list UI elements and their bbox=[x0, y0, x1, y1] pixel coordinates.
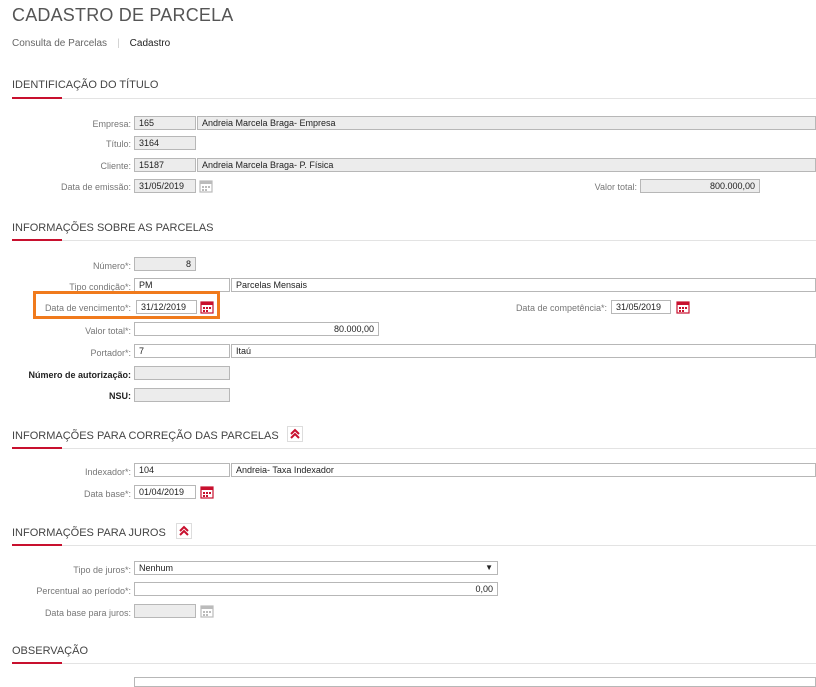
percentual-field[interactable]: 0,00 bbox=[134, 582, 498, 596]
double-chevron-up-icon[interactable] bbox=[287, 426, 303, 442]
titulo-label: Título: bbox=[105, 139, 131, 149]
data-base-label: Data base*: bbox=[83, 489, 131, 499]
calendar-icon[interactable] bbox=[200, 300, 214, 314]
tipo-juros-value: Nenhum bbox=[139, 563, 174, 573]
observacao-textarea[interactable] bbox=[134, 677, 816, 687]
valor-total-titulo-label: Valor total: bbox=[594, 182, 637, 192]
section-accent bbox=[12, 447, 62, 449]
dropdown-arrow-icon: ▼ bbox=[485, 563, 493, 572]
indexador-name-field[interactable]: Andreia- Taxa Indexador bbox=[231, 463, 816, 477]
data-base-field[interactable]: 01/04/2019 bbox=[134, 485, 196, 499]
data-base-juros-field[interactable] bbox=[134, 604, 196, 618]
empresa-label: Empresa: bbox=[92, 119, 131, 129]
data-vencimento-label: Data de vencimento*: bbox=[44, 303, 131, 313]
breadcrumb-separator: | bbox=[117, 38, 120, 49]
nsu-label: NSU: bbox=[109, 391, 131, 401]
valor-total-titulo-field[interactable]: 800.000,00 bbox=[640, 179, 760, 193]
numero-label: Número*: bbox=[92, 261, 131, 271]
section-divider bbox=[12, 448, 816, 449]
breadcrumb-current: Cadastro bbox=[129, 38, 171, 49]
valor-total-label: Valor total*: bbox=[85, 326, 131, 336]
section-accent bbox=[12, 544, 62, 546]
tipo-juros-label: Tipo de juros*: bbox=[73, 565, 131, 575]
cliente-label: Cliente: bbox=[100, 161, 131, 171]
section-divider bbox=[12, 98, 816, 99]
valor-total-field[interactable]: 80.000,00 bbox=[134, 322, 379, 336]
tipo-condicao-code-field[interactable]: PM bbox=[134, 278, 230, 292]
section-divider bbox=[12, 545, 816, 546]
section-accent bbox=[12, 239, 62, 241]
section-divider bbox=[12, 663, 816, 664]
portador-label: Portador*: bbox=[90, 348, 131, 358]
data-base-juros-label: Data base para juros: bbox=[44, 608, 131, 618]
num-autorizacao-label: Número de autorização: bbox=[28, 370, 131, 380]
empresa-code-field[interactable]: 165 bbox=[134, 116, 196, 130]
data-emissao-field[interactable]: 31/05/2019 bbox=[134, 179, 196, 193]
percentual-label: Percentual ao período*: bbox=[36, 586, 131, 596]
portador-code-field[interactable]: 7 bbox=[134, 344, 230, 358]
calendar-icon bbox=[199, 179, 213, 193]
data-competencia-label: Data de competência*: bbox=[515, 303, 607, 313]
cliente-code-field[interactable]: 15187 bbox=[134, 158, 196, 172]
section-title-juros: INFORMAÇÕES PARA JUROS bbox=[12, 527, 166, 539]
empresa-name-field[interactable]: Andreia Marcela Braga- Empresa bbox=[197, 116, 816, 130]
portador-name-field[interactable]: Itaú bbox=[231, 344, 816, 358]
breadcrumb: Consulta de Parcelas | Cadastro bbox=[12, 38, 170, 49]
numero-field[interactable]: 8 bbox=[134, 257, 196, 271]
section-accent bbox=[12, 662, 62, 664]
indexador-code-field[interactable]: 104 bbox=[134, 463, 230, 477]
calendar-icon bbox=[200, 604, 214, 618]
tipo-condicao-name-field[interactable]: Parcelas Mensais bbox=[231, 278, 816, 292]
calendar-icon[interactable] bbox=[200, 485, 214, 499]
num-autorizacao-field[interactable] bbox=[134, 366, 230, 380]
cliente-name-field[interactable]: Andreia Marcela Braga- P. Física bbox=[197, 158, 816, 172]
data-vencimento-field[interactable]: 31/12/2019 bbox=[136, 300, 197, 314]
section-title-parcelas: INFORMAÇÕES SOBRE AS PARCELAS bbox=[12, 222, 214, 234]
section-title-correcao: INFORMAÇÕES PARA CORREÇÃO DAS PARCELAS bbox=[12, 430, 279, 442]
double-chevron-up-icon[interactable] bbox=[176, 523, 192, 539]
section-title-identificacao: IDENTIFICAÇÃO DO TÍTULO bbox=[12, 79, 159, 91]
tipo-juros-select[interactable]: Nenhum ▼ bbox=[134, 561, 498, 575]
titulo-field[interactable]: 3164 bbox=[134, 136, 196, 150]
calendar-icon[interactable] bbox=[676, 300, 690, 314]
breadcrumb-link-consulta[interactable]: Consulta de Parcelas bbox=[12, 38, 107, 49]
data-emissao-label: Data de emissão: bbox=[60, 182, 131, 192]
nsu-field[interactable] bbox=[134, 388, 230, 402]
data-competencia-field[interactable]: 31/05/2019 bbox=[611, 300, 671, 314]
section-accent bbox=[12, 97, 62, 99]
indexador-label: Indexador*: bbox=[84, 467, 131, 477]
section-divider bbox=[12, 240, 816, 241]
page-title: CADASTRO DE PARCELA bbox=[12, 5, 234, 25]
section-title-observacao: OBSERVAÇÃO bbox=[12, 645, 89, 657]
